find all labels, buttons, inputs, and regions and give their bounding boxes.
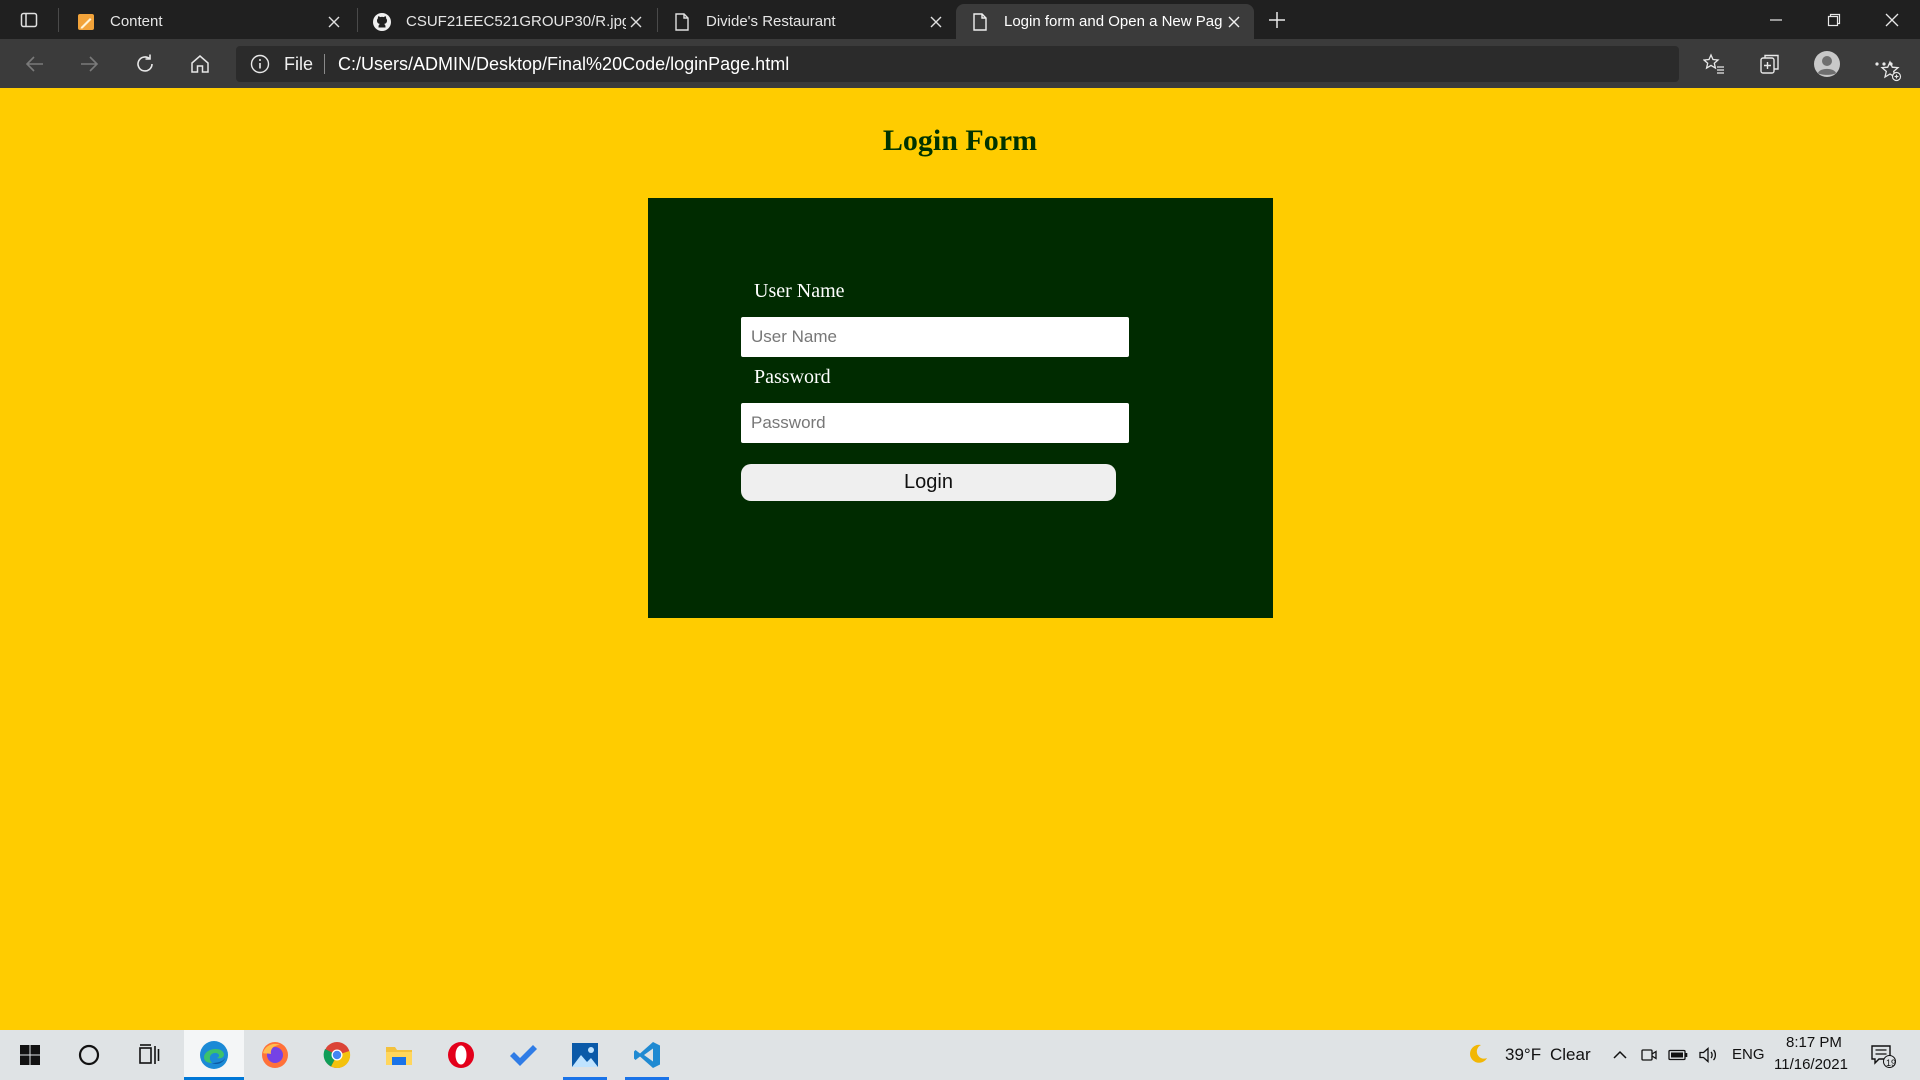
chrome-icon: [323, 1042, 351, 1069]
close-icon: [1885, 13, 1899, 26]
weather-condition[interactable]: Clear: [1550, 1045, 1591, 1065]
page-content: Login Form User Name Password Login: [0, 88, 1920, 1030]
tab-github-image[interactable]: CSUF21EEC521GROUP30/R.jpg a: [358, 4, 656, 39]
task-view-button[interactable]: [119, 1030, 179, 1080]
windows-taskbar: 39°F Clear ENG 8:17 PM 11/16/2021 19: [0, 1030, 1920, 1080]
back-button[interactable]: [18, 47, 52, 81]
taskbar-todo[interactable]: [493, 1030, 553, 1080]
tab-login-form[interactable]: Login form and Open a New Pag: [956, 4, 1254, 39]
tab-title: Content: [110, 13, 163, 30]
more-icon: [1875, 62, 1893, 66]
volume-icon[interactable]: [1697, 1044, 1719, 1066]
address-bar[interactable]: File C:/Users/ADMIN/Desktop/Final%20Code…: [236, 46, 1902, 82]
login-button[interactable]: Login: [741, 464, 1116, 501]
login-panel: User Name Password Login: [648, 198, 1273, 618]
page-title: Login Form: [882, 124, 1038, 157]
address-scheme-label: File: [284, 54, 314, 74]
taskbar-edge[interactable]: [184, 1030, 244, 1080]
vscode-icon: [634, 1042, 660, 1068]
minimize-button[interactable]: [1748, 0, 1804, 39]
home-button[interactable]: [183, 47, 217, 81]
language-indicator[interactable]: ENG: [1732, 1046, 1765, 1063]
forward-button[interactable]: [72, 47, 106, 81]
close-icon[interactable]: [626, 12, 646, 32]
address-divider: [324, 54, 325, 74]
plus-icon: [1269, 12, 1285, 28]
taskbar-chrome[interactable]: [307, 1030, 367, 1080]
tab-actions-button[interactable]: [16, 7, 42, 33]
minimize-icon: [1770, 18, 1782, 21]
close-icon[interactable]: [324, 12, 344, 32]
search-button[interactable]: [59, 1030, 119, 1080]
tab-separator: [58, 8, 59, 32]
windows-start-icon: [20, 1045, 40, 1065]
clock-time[interactable]: 8:17 PM: [1786, 1034, 1842, 1051]
tab-title: CSUF21EEC521GROUP30/R.jpg a: [406, 13, 626, 30]
address-url[interactable]: C:/Users/ADMIN/Desktop/Final%20Code/logi…: [338, 54, 789, 75]
tab-strip: Content CSUF21EEC521GROUP30/R.jpg a Divi…: [0, 0, 1920, 39]
collections-button[interactable]: [1753, 47, 1787, 81]
start-button[interactable]: [0, 1030, 60, 1080]
favorites-icon: [1703, 53, 1724, 74]
collections-icon: [1760, 54, 1779, 74]
info-icon[interactable]: [250, 54, 270, 74]
taskbar-photos[interactable]: [555, 1030, 615, 1080]
back-arrow-icon: [25, 56, 43, 72]
tab-title: Divide's Restaurant: [706, 13, 836, 30]
new-tab-button[interactable]: [1262, 6, 1292, 34]
task-view-icon: [139, 1044, 160, 1064]
file-explorer-icon: [386, 1047, 412, 1065]
github-icon: [372, 12, 392, 32]
chevron-up-icon[interactable]: [1609, 1044, 1631, 1066]
avatar-icon: [1814, 51, 1840, 77]
taskbar-opera[interactable]: [431, 1030, 491, 1080]
page-icon: [672, 12, 692, 32]
forward-arrow-icon: [81, 56, 99, 72]
weather-temp[interactable]: 39°F: [1505, 1045, 1541, 1065]
battery-icon[interactable]: [1667, 1044, 1689, 1066]
taskbar-firefox[interactable]: [245, 1030, 305, 1080]
close-window-button[interactable]: [1864, 0, 1920, 39]
meet-now-icon[interactable]: [1638, 1044, 1660, 1066]
edge-icon: [200, 1041, 228, 1069]
content-favicon-icon: [76, 12, 96, 32]
opera-icon: [448, 1042, 474, 1068]
todo-icon: [510, 1045, 537, 1066]
password-input[interactable]: [741, 403, 1129, 443]
username-label: User Name: [754, 280, 845, 302]
tab-title: Login form and Open a New Pag: [1004, 13, 1223, 30]
close-icon[interactable]: [1224, 12, 1244, 32]
password-label: Password: [754, 366, 831, 388]
taskbar-vscode[interactable]: [617, 1030, 677, 1080]
username-input[interactable]: [741, 317, 1129, 357]
moon-weather-icon[interactable]: [1467, 1043, 1489, 1065]
photos-icon: [572, 1043, 598, 1067]
taskbar-file-explorer[interactable]: [369, 1030, 429, 1080]
tab-divides-restaurant[interactable]: Divide's Restaurant: [658, 4, 956, 39]
browser-toolbar: File C:/Users/ADMIN/Desktop/Final%20Code…: [0, 39, 1920, 88]
home-icon: [191, 55, 209, 73]
close-icon[interactable]: [926, 12, 946, 32]
profile-button[interactable]: [1810, 47, 1844, 81]
refresh-button[interactable]: [128, 47, 162, 81]
search-circle-icon: [78, 1044, 100, 1066]
tab-content[interactable]: Content: [62, 4, 354, 39]
clock-date[interactable]: 11/16/2021: [1774, 1056, 1848, 1073]
firefox-icon: [262, 1042, 288, 1068]
favorites-button[interactable]: [1697, 47, 1731, 81]
refresh-icon: [137, 54, 153, 72]
page-icon: [970, 12, 990, 32]
restore-button[interactable]: [1806, 0, 1862, 39]
notifications-icon[interactable]: 19: [1868, 1042, 1898, 1070]
settings-menu-button[interactable]: [1867, 47, 1901, 81]
notification-count: 19: [1886, 1058, 1897, 1068]
restore-icon: [1827, 13, 1841, 26]
tab-actions-icon: [20, 12, 38, 28]
